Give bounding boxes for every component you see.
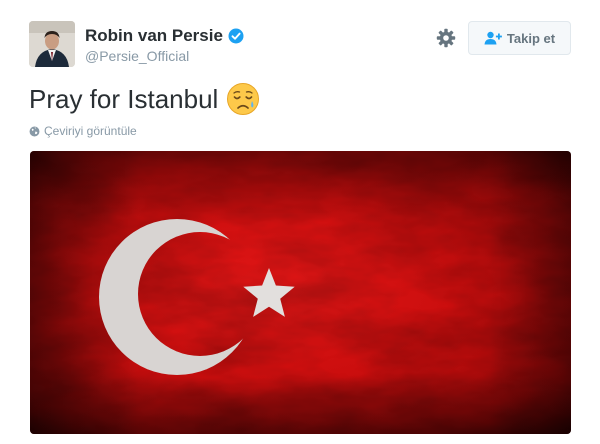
turkish-flag-image — [30, 151, 571, 434]
tweet-media-image[interactable] — [30, 151, 571, 434]
follow-button[interactable]: Takip et — [468, 21, 571, 55]
translate-label: Çeviriyi görüntüle — [44, 124, 137, 138]
verified-badge-icon — [228, 28, 244, 44]
translate-link[interactable]: Çeviriyi görüntüle — [29, 124, 137, 138]
tweet-text-content: Pray for Istanbul — [29, 83, 219, 114]
gear-icon[interactable] — [436, 28, 456, 48]
display-name[interactable]: Robin van Persie — [85, 26, 244, 46]
sad-relieved-face-emoji-icon — [227, 83, 260, 115]
flag-crescent — [30, 151, 571, 434]
tweet-text: Pray for Istanbul — [29, 82, 260, 116]
display-name-text: Robin van Persie — [85, 26, 223, 45]
follow-user-icon — [484, 31, 502, 45]
user-handle[interactable]: @Persie_Official — [85, 48, 189, 64]
globe-icon — [29, 126, 40, 136]
avatar[interactable] — [29, 21, 75, 67]
avatar-photo — [29, 21, 75, 67]
follow-button-label: Takip et — [506, 30, 556, 46]
